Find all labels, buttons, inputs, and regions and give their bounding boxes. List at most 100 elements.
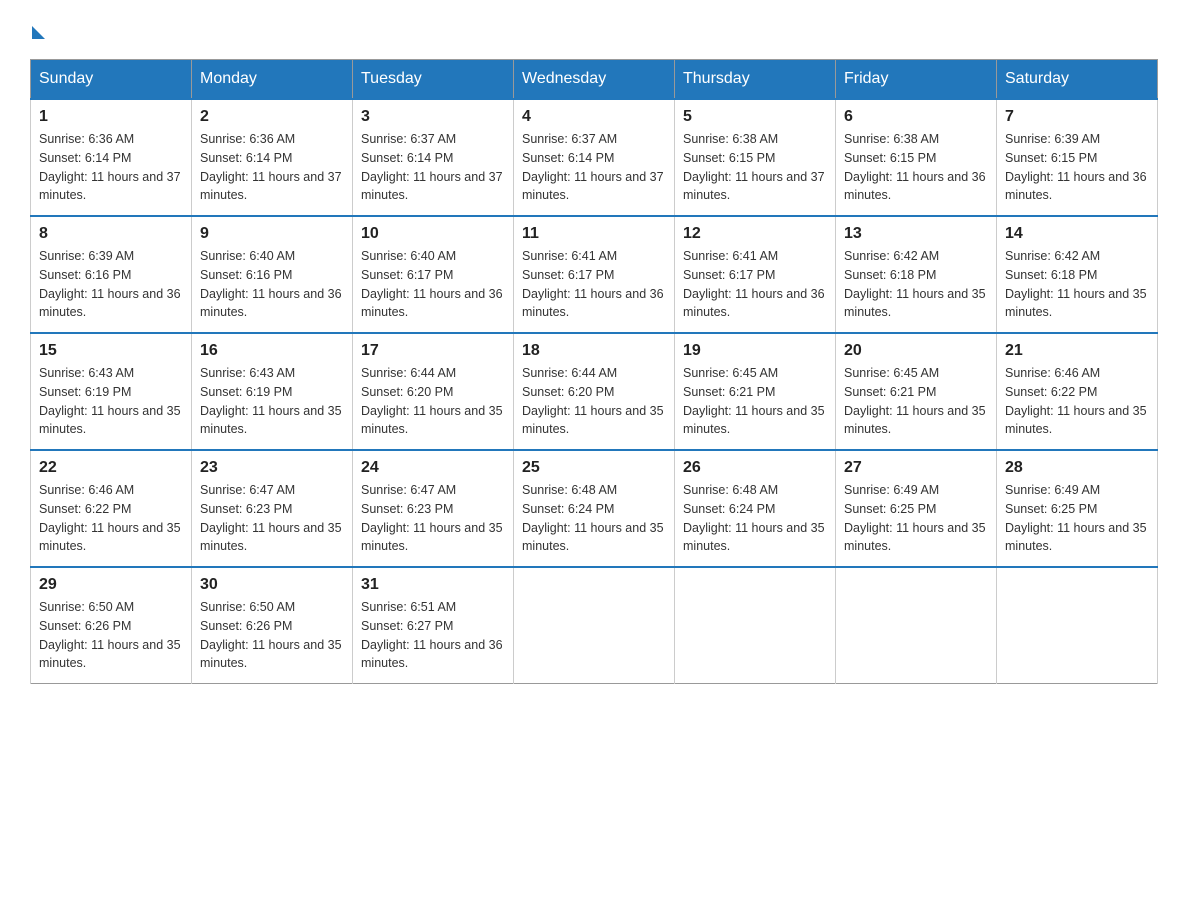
daylight-label: Daylight: 11 hours and 36 minutes. xyxy=(522,287,664,320)
sunset-label: Sunset: 6:25 PM xyxy=(1005,502,1097,516)
day-info: Sunrise: 6:42 AM Sunset: 6:18 PM Dayligh… xyxy=(844,247,988,322)
calendar-cell: 18 Sunrise: 6:44 AM Sunset: 6:20 PM Dayl… xyxy=(514,333,675,450)
sunrise-label: Sunrise: 6:46 AM xyxy=(39,483,134,497)
sunset-label: Sunset: 6:22 PM xyxy=(1005,385,1097,399)
daylight-label: Daylight: 11 hours and 35 minutes. xyxy=(844,404,986,437)
sunset-label: Sunset: 6:24 PM xyxy=(683,502,775,516)
sunset-label: Sunset: 6:26 PM xyxy=(200,619,292,633)
day-number: 9 xyxy=(200,225,344,243)
calendar-cell: 6 Sunrise: 6:38 AM Sunset: 6:15 PM Dayli… xyxy=(836,99,997,216)
day-info: Sunrise: 6:50 AM Sunset: 6:26 PM Dayligh… xyxy=(39,598,183,673)
sunrise-label: Sunrise: 6:49 AM xyxy=(844,483,939,497)
day-number: 22 xyxy=(39,459,183,477)
sunrise-label: Sunrise: 6:51 AM xyxy=(361,600,456,614)
calendar-header-row: SundayMondayTuesdayWednesdayThursdayFrid… xyxy=(31,60,1158,100)
daylight-label: Daylight: 11 hours and 36 minutes. xyxy=(39,287,181,320)
col-header-saturday: Saturday xyxy=(997,60,1158,100)
daylight-label: Daylight: 11 hours and 35 minutes. xyxy=(200,404,342,437)
calendar-cell: 29 Sunrise: 6:50 AM Sunset: 6:26 PM Dayl… xyxy=(31,567,192,684)
daylight-label: Daylight: 11 hours and 36 minutes. xyxy=(200,287,342,320)
sunrise-label: Sunrise: 6:44 AM xyxy=(361,366,456,380)
calendar-week-row: 15 Sunrise: 6:43 AM Sunset: 6:19 PM Dayl… xyxy=(31,333,1158,450)
col-header-friday: Friday xyxy=(836,60,997,100)
sunset-label: Sunset: 6:14 PM xyxy=(522,151,614,165)
daylight-label: Daylight: 11 hours and 36 minutes. xyxy=(361,287,503,320)
day-info: Sunrise: 6:51 AM Sunset: 6:27 PM Dayligh… xyxy=(361,598,505,673)
sunrise-label: Sunrise: 6:42 AM xyxy=(1005,249,1100,263)
calendar-cell: 2 Sunrise: 6:36 AM Sunset: 6:14 PM Dayli… xyxy=(192,99,353,216)
day-number: 31 xyxy=(361,576,505,594)
col-header-thursday: Thursday xyxy=(675,60,836,100)
day-info: Sunrise: 6:39 AM Sunset: 6:16 PM Dayligh… xyxy=(39,247,183,322)
col-header-wednesday: Wednesday xyxy=(514,60,675,100)
sunrise-label: Sunrise: 6:45 AM xyxy=(844,366,939,380)
sunrise-label: Sunrise: 6:48 AM xyxy=(683,483,778,497)
sunset-label: Sunset: 6:15 PM xyxy=(1005,151,1097,165)
day-info: Sunrise: 6:49 AM Sunset: 6:25 PM Dayligh… xyxy=(1005,481,1149,556)
day-info: Sunrise: 6:45 AM Sunset: 6:21 PM Dayligh… xyxy=(683,364,827,439)
day-number: 19 xyxy=(683,342,827,360)
sunrise-label: Sunrise: 6:45 AM xyxy=(683,366,778,380)
calendar-cell: 8 Sunrise: 6:39 AM Sunset: 6:16 PM Dayli… xyxy=(31,216,192,333)
day-info: Sunrise: 6:49 AM Sunset: 6:25 PM Dayligh… xyxy=(844,481,988,556)
calendar-cell: 5 Sunrise: 6:38 AM Sunset: 6:15 PM Dayli… xyxy=(675,99,836,216)
daylight-label: Daylight: 11 hours and 35 minutes. xyxy=(1005,521,1147,554)
daylight-label: Daylight: 11 hours and 35 minutes. xyxy=(1005,287,1147,320)
day-number: 25 xyxy=(522,459,666,477)
sunrise-label: Sunrise: 6:46 AM xyxy=(1005,366,1100,380)
sunrise-label: Sunrise: 6:37 AM xyxy=(522,132,617,146)
sunrise-label: Sunrise: 6:38 AM xyxy=(844,132,939,146)
sunrise-label: Sunrise: 6:50 AM xyxy=(39,600,134,614)
day-info: Sunrise: 6:46 AM Sunset: 6:22 PM Dayligh… xyxy=(1005,364,1149,439)
sunrise-label: Sunrise: 6:36 AM xyxy=(200,132,295,146)
day-number: 15 xyxy=(39,342,183,360)
sunrise-label: Sunrise: 6:44 AM xyxy=(522,366,617,380)
daylight-label: Daylight: 11 hours and 35 minutes. xyxy=(200,521,342,554)
day-info: Sunrise: 6:48 AM Sunset: 6:24 PM Dayligh… xyxy=(683,481,827,556)
sunset-label: Sunset: 6:24 PM xyxy=(522,502,614,516)
day-info: Sunrise: 6:41 AM Sunset: 6:17 PM Dayligh… xyxy=(683,247,827,322)
sunset-label: Sunset: 6:20 PM xyxy=(522,385,614,399)
day-number: 30 xyxy=(200,576,344,594)
calendar-week-row: 1 Sunrise: 6:36 AM Sunset: 6:14 PM Dayli… xyxy=(31,99,1158,216)
daylight-label: Daylight: 11 hours and 35 minutes. xyxy=(683,404,825,437)
day-info: Sunrise: 6:38 AM Sunset: 6:15 PM Dayligh… xyxy=(844,130,988,205)
sunset-label: Sunset: 6:16 PM xyxy=(39,268,131,282)
day-number: 29 xyxy=(39,576,183,594)
sunset-label: Sunset: 6:21 PM xyxy=(683,385,775,399)
day-number: 20 xyxy=(844,342,988,360)
day-info: Sunrise: 6:44 AM Sunset: 6:20 PM Dayligh… xyxy=(361,364,505,439)
sunrise-label: Sunrise: 6:41 AM xyxy=(683,249,778,263)
daylight-label: Daylight: 11 hours and 36 minutes. xyxy=(1005,170,1147,203)
sunset-label: Sunset: 6:17 PM xyxy=(683,268,775,282)
daylight-label: Daylight: 11 hours and 37 minutes. xyxy=(522,170,664,203)
daylight-label: Daylight: 11 hours and 37 minutes. xyxy=(39,170,181,203)
day-info: Sunrise: 6:39 AM Sunset: 6:15 PM Dayligh… xyxy=(1005,130,1149,205)
daylight-label: Daylight: 11 hours and 35 minutes. xyxy=(39,521,181,554)
day-number: 14 xyxy=(1005,225,1149,243)
day-number: 6 xyxy=(844,108,988,126)
daylight-label: Daylight: 11 hours and 35 minutes. xyxy=(39,404,181,437)
day-info: Sunrise: 6:36 AM Sunset: 6:14 PM Dayligh… xyxy=(200,130,344,205)
calendar-week-row: 29 Sunrise: 6:50 AM Sunset: 6:26 PM Dayl… xyxy=(31,567,1158,684)
sunrise-label: Sunrise: 6:48 AM xyxy=(522,483,617,497)
calendar-cell: 31 Sunrise: 6:51 AM Sunset: 6:27 PM Dayl… xyxy=(353,567,514,684)
calendar-cell: 4 Sunrise: 6:37 AM Sunset: 6:14 PM Dayli… xyxy=(514,99,675,216)
day-info: Sunrise: 6:37 AM Sunset: 6:14 PM Dayligh… xyxy=(361,130,505,205)
day-info: Sunrise: 6:40 AM Sunset: 6:17 PM Dayligh… xyxy=(361,247,505,322)
day-number: 11 xyxy=(522,225,666,243)
day-info: Sunrise: 6:40 AM Sunset: 6:16 PM Dayligh… xyxy=(200,247,344,322)
sunrise-label: Sunrise: 6:41 AM xyxy=(522,249,617,263)
sunrise-label: Sunrise: 6:39 AM xyxy=(39,249,134,263)
sunset-label: Sunset: 6:17 PM xyxy=(361,268,453,282)
calendar-cell xyxy=(514,567,675,684)
col-header-tuesday: Tuesday xyxy=(353,60,514,100)
sunrise-label: Sunrise: 6:40 AM xyxy=(361,249,456,263)
calendar-cell: 9 Sunrise: 6:40 AM Sunset: 6:16 PM Dayli… xyxy=(192,216,353,333)
sunrise-label: Sunrise: 6:40 AM xyxy=(200,249,295,263)
day-number: 28 xyxy=(1005,459,1149,477)
day-info: Sunrise: 6:41 AM Sunset: 6:17 PM Dayligh… xyxy=(522,247,666,322)
sunrise-label: Sunrise: 6:36 AM xyxy=(39,132,134,146)
daylight-label: Daylight: 11 hours and 35 minutes. xyxy=(361,521,503,554)
sunset-label: Sunset: 6:18 PM xyxy=(844,268,936,282)
